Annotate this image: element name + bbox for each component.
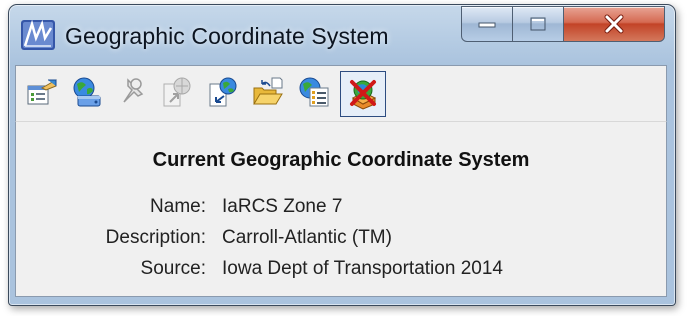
description-label: Description: (105, 227, 206, 248)
select-from-library-button[interactable] (22, 72, 62, 112)
globe-database-icon (73, 77, 101, 107)
pushpin-button[interactable] (112, 72, 152, 112)
export-globe-icon (163, 77, 191, 107)
maximize-icon (530, 17, 546, 31)
name-value: IaRCS Zone 7 (222, 196, 343, 217)
field-row-source: Source: Iowa Dept of Transportation 2014 (16, 258, 666, 282)
toolbar (15, 65, 667, 122)
title-bar[interactable]: Geographic Coordinate System (9, 5, 675, 61)
maximize-button[interactable] (512, 6, 564, 42)
delete-gcs-icon (350, 80, 377, 110)
field-row-description: Description: Carroll-Atlantic (TM) (16, 227, 666, 251)
pushpin-icon (123, 78, 144, 103)
name-label: Name: (150, 196, 206, 217)
properties-globe-icon (299, 77, 329, 107)
gcs-info-panel: Current Geographic Coordinate System Nam… (15, 121, 667, 297)
gcs-dialog-window: Geographic Coordinate System Current Geo… (8, 4, 676, 306)
export-globe-button[interactable] (156, 72, 196, 112)
select-from-library-icon (27, 79, 57, 105)
delete-gcs-button[interactable] (340, 71, 386, 117)
app-logo-icon[interactable] (21, 19, 55, 50)
import-globe-button[interactable] (202, 72, 242, 112)
source-value: Iowa Dept of Transportation 2014 (222, 258, 503, 279)
import-globe-icon (209, 77, 237, 107)
close-icon (604, 14, 624, 34)
globe-database-button[interactable] (66, 72, 106, 112)
open-folder-button[interactable] (248, 72, 288, 112)
description-value: Carroll-Atlantic (TM) (222, 227, 392, 248)
source-label: Source: (140, 258, 206, 279)
minimize-button[interactable] (461, 6, 513, 42)
window-title: Geographic Coordinate System (65, 23, 389, 49)
properties-globe-button[interactable] (294, 72, 334, 112)
open-folder-icon (253, 77, 283, 105)
minimize-icon (478, 22, 496, 28)
close-button[interactable] (563, 6, 665, 42)
panel-heading: Current Geographic Coordinate System (152, 149, 530, 171)
field-row-name: Name: IaRCS Zone 7 (16, 196, 666, 220)
